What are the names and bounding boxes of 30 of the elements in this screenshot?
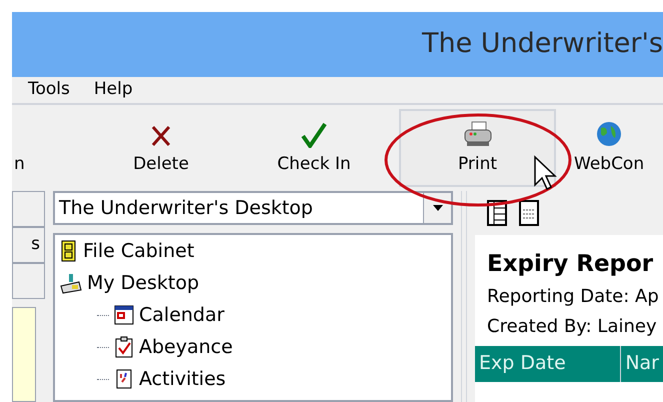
dropdown-icon: [432, 205, 442, 211]
x-icon: [150, 124, 172, 148]
report-title: Expiry Repor: [486, 250, 654, 279]
column-header[interactable]: Nar: [621, 346, 663, 382]
document-view-icon[interactable]: [519, 200, 539, 226]
toolbar-button[interactable]: WebCon: [564, 109, 654, 187]
side-tab[interactable]: s: [12, 227, 45, 263]
toolbar-button[interactable]: Delete: [77, 109, 245, 187]
window-title: The Underwriter's: [422, 27, 663, 62]
toolbar-button[interactable]: Check In: [245, 109, 383, 187]
report-info: Created By: Lainey: [486, 314, 658, 338]
calendar-icon: [113, 304, 135, 326]
tree-item[interactable]: My Desktop: [87, 268, 200, 298]
menu-item[interactable]: Tools: [28, 77, 70, 103]
menu-item[interactable]: Help: [94, 77, 133, 103]
checkmark-icon: [301, 122, 327, 148]
tree-item[interactable]: File Cabinet: [83, 236, 194, 266]
tree-item[interactable]: Activities: [139, 364, 226, 394]
cursor-icon: [533, 155, 557, 191]
desktop-select[interactable]: The Underwriter's Desktop: [53, 191, 453, 225]
globe-icon: [595, 120, 624, 148]
toolbar-button[interactable]: n: [12, 109, 77, 187]
clipboard-icon: [113, 336, 135, 358]
printer-icon: [462, 120, 494, 148]
desktop-icon: [59, 272, 83, 294]
tree-item[interactable]: Abeyance: [139, 332, 233, 362]
report-info: Reporting Date: Ap: [486, 284, 660, 308]
column-header[interactable]: Exp Date: [475, 346, 622, 382]
toolbar-button[interactable]: Print: [399, 109, 556, 187]
tree-item[interactable]: Calendar: [139, 300, 224, 330]
